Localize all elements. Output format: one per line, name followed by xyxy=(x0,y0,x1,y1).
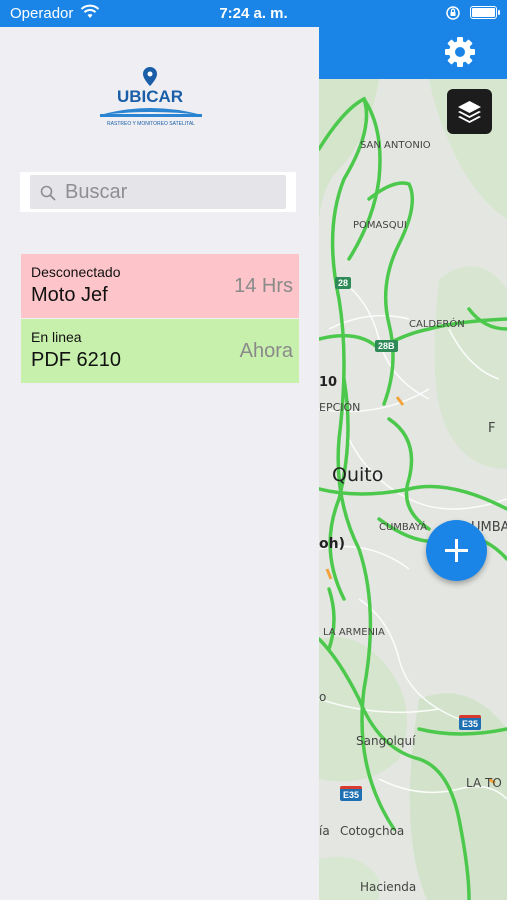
map-label-cotogchoa: Cotogchoa xyxy=(340,824,405,838)
sidebar: UBICAR RASTREO Y MONITOREO SATELITAL Bus… xyxy=(0,27,319,900)
map-label-pomasqui: POMASQUI xyxy=(353,220,407,231)
route-shield-e35-south: E35 xyxy=(340,786,363,801)
vehicle-item-online[interactable]: En linea PDF 6210 Ahora xyxy=(21,319,299,383)
svg-text:RASTREO Y MONITOREO SATELITAL: RASTREO Y MONITOREO SATELITAL xyxy=(107,121,195,127)
map-label-san-antonio: SAN ANTONIO xyxy=(360,140,431,151)
map-label-la-armenia: LA ARMENIA xyxy=(323,627,385,638)
rotation-lock-icon xyxy=(446,6,460,20)
vehicle-last-seen: 14 Hrs xyxy=(234,275,293,297)
map-header xyxy=(319,27,507,79)
map-label-oh: oh) xyxy=(319,536,345,552)
battery-icon xyxy=(470,6,500,19)
vehicle-status: En linea xyxy=(31,329,82,345)
route-shield-28: 28 xyxy=(335,277,352,289)
vehicle-name: Moto Jef xyxy=(31,284,108,306)
status-bar: Operador 7:24 a. m. xyxy=(0,0,507,27)
gear-icon[interactable] xyxy=(444,36,476,68)
vehicle-item-offline[interactable]: Desconectado Moto Jef 14 Hrs xyxy=(21,254,299,318)
map-label-cumbaya: CUMBAYÁ xyxy=(379,522,428,533)
route-shield-e35-north: E35 xyxy=(459,715,482,730)
map-label-quito: Quito xyxy=(332,464,384,486)
route-shield-28b: 28B xyxy=(375,340,398,352)
map-label-la-to: LA TO xyxy=(466,776,502,790)
ubicar-logo: UBICAR RASTREO Y MONITOREO SATELITAL xyxy=(100,67,202,127)
vehicle-last-seen: Ahora xyxy=(239,340,293,362)
map-label-calderon: CALDERÓN xyxy=(409,319,465,330)
map-label-sangolqui: Sangolquí xyxy=(356,734,416,748)
map-label-f: F xyxy=(488,421,496,436)
search-icon xyxy=(40,185,56,201)
clock: 7:24 a. m. xyxy=(219,5,288,22)
search-placeholder: Buscar xyxy=(65,181,128,203)
search-bar: Buscar xyxy=(20,172,296,212)
map-label-hacienda: Hacienda xyxy=(360,880,417,894)
map-panel[interactable]: SAN ANTONIO POMASQUI 28 CALDERÓN 28B 10 … xyxy=(319,27,507,900)
map-label-o: o xyxy=(319,690,327,704)
vehicle-name: PDF 6210 xyxy=(31,349,122,371)
add-button[interactable] xyxy=(426,520,487,581)
search-input[interactable]: Buscar xyxy=(30,175,286,209)
map-label-ia: ía xyxy=(319,824,330,838)
layers-icon xyxy=(458,101,481,123)
map-label-ten: 10 xyxy=(319,375,338,390)
vehicle-status: Desconectado xyxy=(31,264,121,280)
map-label-concepcion: EPCIÓN xyxy=(319,401,361,414)
layers-button[interactable] xyxy=(447,89,492,134)
svg-text:UBICAR: UBICAR xyxy=(117,87,183,106)
